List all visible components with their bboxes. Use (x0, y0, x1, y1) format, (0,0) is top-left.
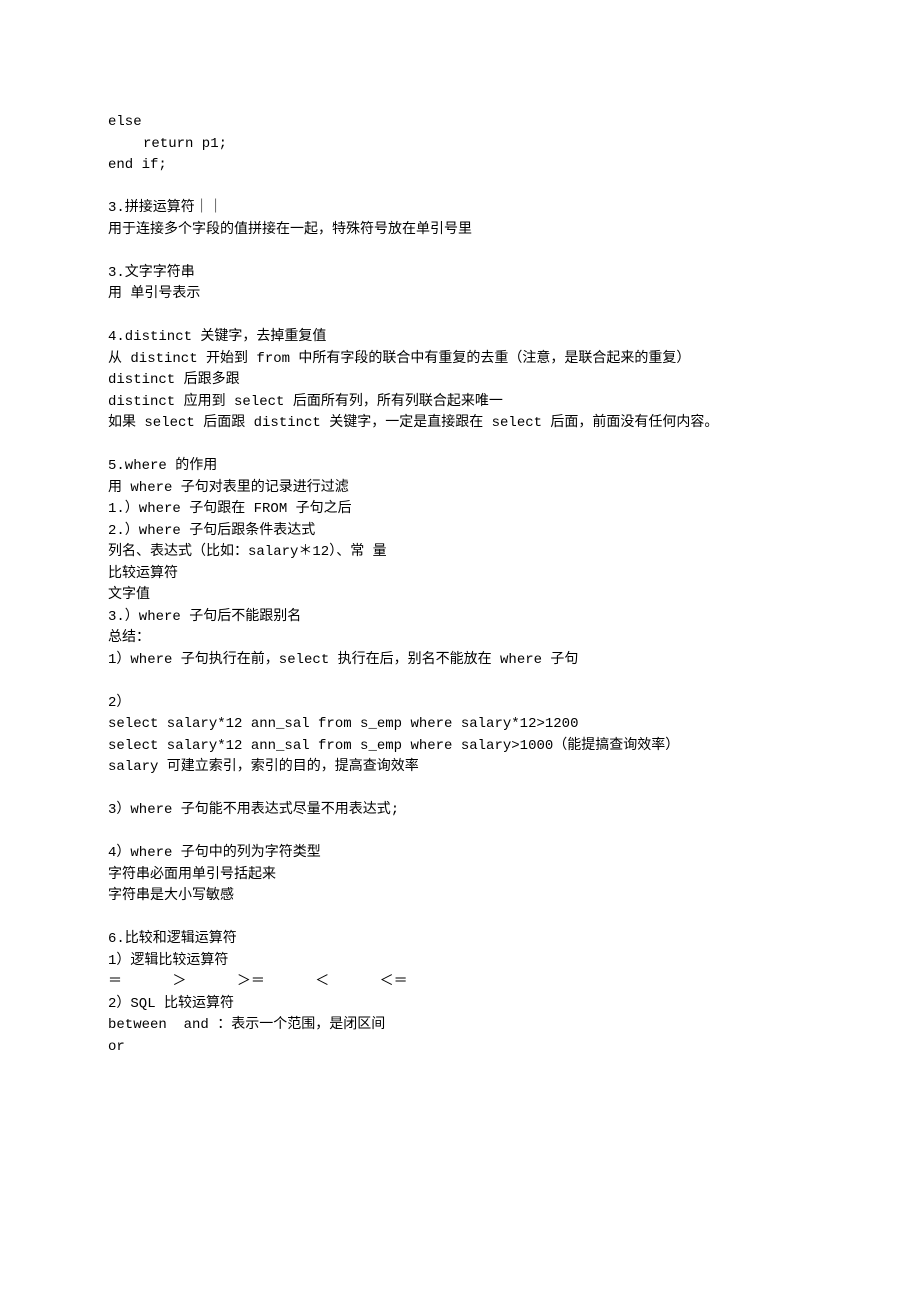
text-line: 1）逻辑比较运算符 (108, 951, 812, 973)
text-line: 总结： (108, 628, 812, 650)
text-line: else (108, 112, 812, 134)
text-line: distinct 应用到 select 后面所有列，所有列联合起来唯一 (108, 392, 812, 414)
text-line (108, 177, 812, 199)
text-line: 4）where 子句中的列为字符类型 (108, 843, 812, 865)
text-line: 3）where 子句能不用表达式尽量不用表达式; (108, 800, 812, 822)
text-line: 如果 select 后面跟 distinct 关键字，一定是直接跟在 selec… (108, 413, 812, 435)
text-line: 用 单引号表示 (108, 284, 812, 306)
text-line: 2） (108, 693, 812, 715)
text-line: 比较运算符 (108, 564, 812, 586)
text-line (108, 435, 812, 457)
text-line: 3.）where 子句后不能跟别名 (108, 607, 812, 629)
document-page: elsereturn p1;end if; 3.拼接运算符｜｜用于连接多个字段的值… (0, 0, 920, 1302)
text-line: 6.比较和逻辑运算符 (108, 929, 812, 951)
text-line: 1.）where 子句跟在 FROM 子句之后 (108, 499, 812, 521)
text-line: 从 distinct 开始到 from 中所有字段的联合中有重复的去重（注意，是… (108, 349, 812, 371)
text-line: 3.拼接运算符｜｜ (108, 198, 812, 220)
text-line: 1）where 子句执行在前，select 执行在后，别名不能放在 where … (108, 650, 812, 672)
text-line: 2）SQL 比较运算符 (108, 994, 812, 1016)
text-line (108, 241, 812, 263)
text-line: 字符串是大小写敏感 (108, 886, 812, 908)
text-line: salary 可建立索引，索引的目的，提高查询效率 (108, 757, 812, 779)
text-line (108, 306, 812, 328)
text-line: 列名、表达式（比如：salary＊12）、常 量 (108, 542, 812, 564)
text-line: 文字值 (108, 585, 812, 607)
text-line: between and ：表示一个范围，是闭区间 (108, 1015, 812, 1037)
text-line: end if; (108, 155, 812, 177)
text-line: 5.where 的作用 (108, 456, 812, 478)
text-line: ＝ ＞ ＞＝ ＜ ＜＝ (108, 972, 812, 994)
text-line: or (108, 1037, 812, 1059)
text-line (108, 822, 812, 844)
text-line: select salary*12 ann_sal from s_emp wher… (108, 736, 812, 758)
text-line (108, 671, 812, 693)
text-line: return p1; (108, 134, 812, 156)
text-line: 用于连接多个字段的值拼接在一起，特殊符号放在单引号里 (108, 220, 812, 242)
text-line (108, 908, 812, 930)
text-line: 用 where 子句对表里的记录进行过滤 (108, 478, 812, 500)
text-line: 4.distinct 关键字，去掉重复值 (108, 327, 812, 349)
text-line: 字符串必面用单引号括起来 (108, 865, 812, 887)
text-line: 2.）where 子句后跟条件表达式 (108, 521, 812, 543)
text-line: 3.文字字符串 (108, 263, 812, 285)
text-line: select salary*12 ann_sal from s_emp wher… (108, 714, 812, 736)
text-line (108, 779, 812, 801)
text-line: distinct 后跟多跟 (108, 370, 812, 392)
